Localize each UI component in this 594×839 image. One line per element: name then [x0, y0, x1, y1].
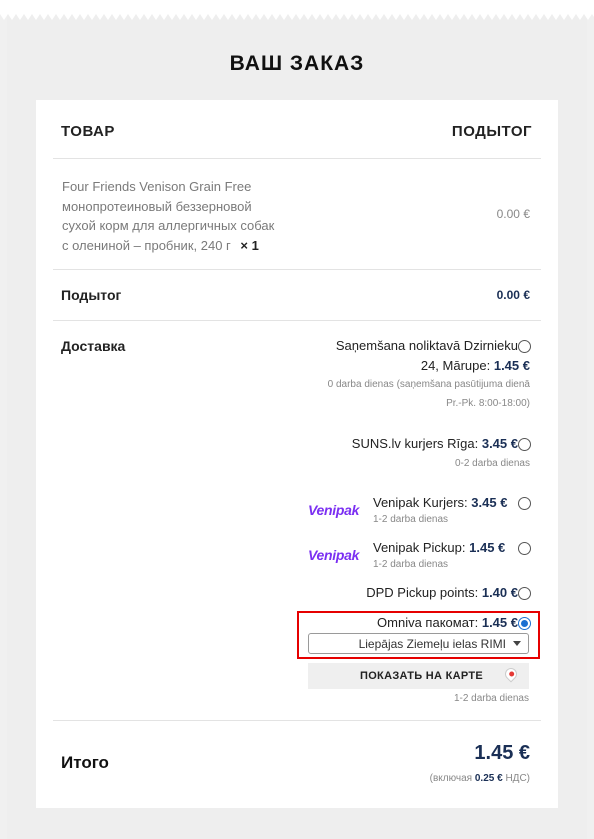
shipping-option-label: Venipak Pickup: 1.45 € — [373, 540, 506, 555]
shipping-option-label: Venipak Kurjers: 3.45 € — [373, 495, 508, 510]
shipping-price: 1.40 € — [481, 585, 518, 600]
chevron-down-icon — [513, 641, 521, 646]
product-name-line: монопротеиновый беззерновой — [62, 198, 252, 214]
show-on-map-label: ПОКАЗАТЬ НА КАРТЕ — [360, 670, 484, 682]
parcel-locker-select-value: Liepājas Ziemeļu ielas RIMI — [358, 637, 506, 651]
map-pin-icon — [502, 665, 520, 683]
page-top-edge — [0, 0, 594, 14]
product-quantity: × 1 — [240, 237, 259, 253]
shipping-price: 3.45 € — [471, 495, 508, 510]
total-vat-note: (включая 0.25 € НДС) — [429, 773, 530, 784]
product-price: 0.00 € — [496, 207, 530, 221]
shipping-note: Pr.-Pk. 8:00-18:00) — [446, 398, 530, 409]
shipping-option-label: SUNS.lv kurjers Rīga: 3.45 € — [351, 436, 518, 451]
shipping-radio[interactable] — [518, 587, 531, 600]
shipping-note: 1-2 darba dienas — [373, 514, 449, 525]
shipping-option-label: Saņemšana noliktavā Dzirnieku — [335, 338, 518, 353]
shipping-radio[interactable] — [518, 340, 531, 353]
show-on-map-button[interactable]: ПОКАЗАТЬ НА КАРТЕ — [308, 663, 529, 689]
shipping-radio[interactable] — [518, 438, 531, 451]
shipping-radio[interactable] — [518, 542, 531, 555]
shipping-note: 0 darba dienas (saņemšana pasūtijuma die… — [327, 379, 530, 390]
total-value: 1.45 € — [474, 742, 530, 764]
subtotal-value: 0.00 € — [496, 288, 530, 302]
vat-amount: 0.25 € — [474, 773, 503, 784]
shipping-option-label: DPD Pickup points: 1.40 € — [366, 585, 518, 600]
product-name: Four Friends Venison Grain Free монопрот… — [62, 177, 274, 255]
column-header-product: ТОВАР — [61, 123, 115, 140]
column-header-subtotal: ПОДЫТОГ — [451, 123, 532, 140]
total-label: Итого — [61, 753, 109, 772]
divider — [53, 320, 541, 321]
zigzag-edge — [0, 14, 594, 20]
shipping-note: 1-2 darba dienas — [453, 693, 529, 704]
shipping-price: 3.45 € — [481, 436, 518, 451]
page-title: ВАШ ЗАКАЗ — [229, 52, 365, 75]
divider — [53, 269, 541, 270]
product-name-line: с олениной – пробник, 240 г × 1 — [62, 237, 259, 253]
shipping-label: Доставка — [61, 338, 126, 354]
shipping-note: 0-2 darba dienas — [454, 458, 530, 469]
shipping-price: 1.45 € — [469, 540, 506, 555]
parcel-locker-select[interactable]: Liepājas Ziemeļu ielas RIMI — [308, 633, 529, 654]
shipping-price: 1.45 € — [493, 358, 530, 373]
product-name-line: Four Friends Venison Grain Free — [62, 179, 252, 194]
shipping-option-label: 24, Mārupe: 1.45 € — [420, 358, 530, 373]
divider — [53, 158, 541, 159]
venipak-logo: Venipak — [308, 502, 360, 518]
subtotal-label: Подытог — [61, 287, 122, 303]
venipak-logo: Venipak — [308, 547, 360, 563]
shipping-radio[interactable] — [518, 497, 531, 510]
divider — [53, 720, 541, 721]
product-name-line: сухой корм для аллергичных собак — [62, 218, 275, 233]
shipping-note: 1-2 darba dienas — [373, 559, 449, 570]
